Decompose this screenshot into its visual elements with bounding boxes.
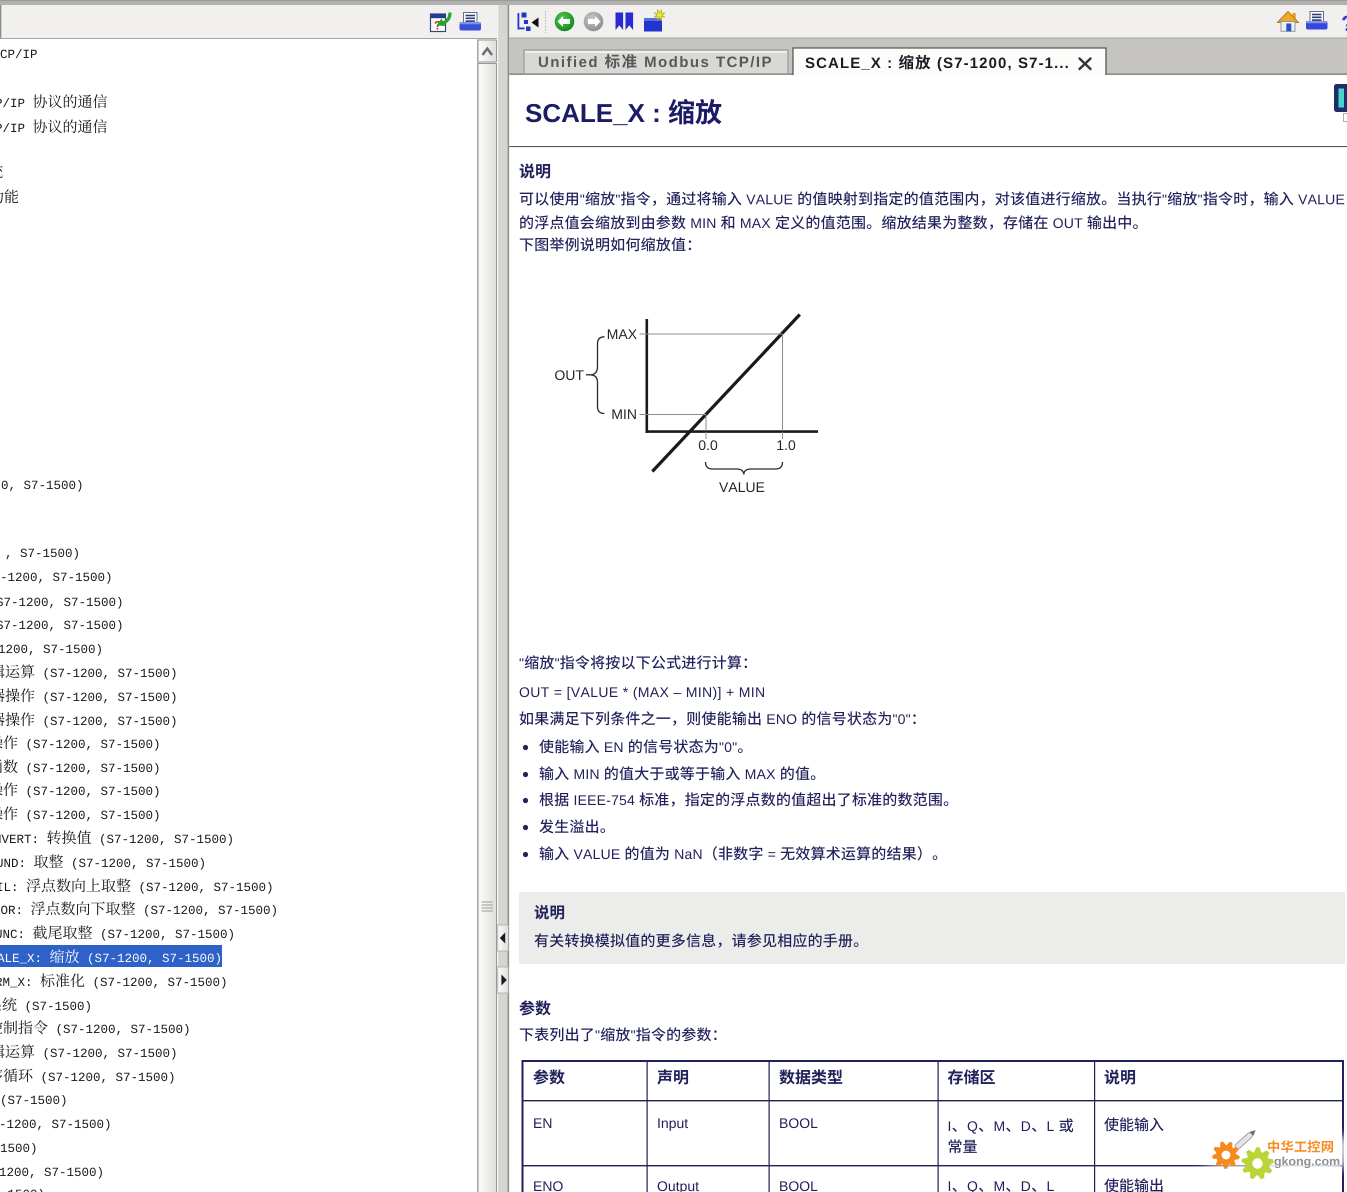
svg-text:?: ? (1341, 11, 1347, 36)
